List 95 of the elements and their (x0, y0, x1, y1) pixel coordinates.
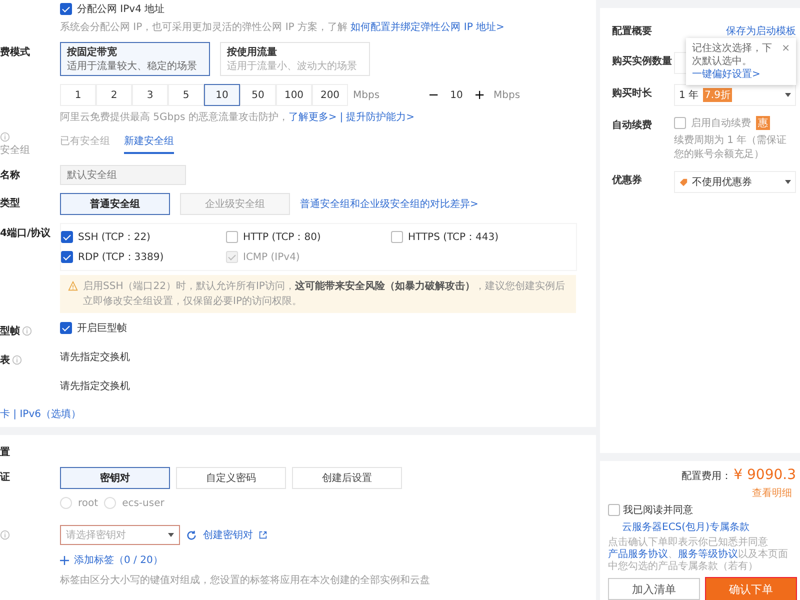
tooltip-text: 记住这次选择，下次默认选中。 一键偏好设置> (692, 42, 773, 81)
duration-select[interactable]: 1 年 7.9折 (674, 84, 796, 106)
warning-text: 启用SSH（端口22）时，默认允许所有IP访问，这可能带来安全风险（如暴力破解攻击），建议您创建实例后立即修改安全组设置，仅保留必要IP的访问权限。 (83, 279, 566, 309)
checkbox[interactable] (226, 231, 238, 243)
link[interactable]: 一键偏好设置> (692, 69, 760, 80)
add-tag-link[interactable]: 添加标签（0 / 20） (74, 553, 163, 567)
checkbox-label: SSH (TCP：22) (78, 231, 150, 244)
field-label: 类型 (0, 196, 20, 210)
field-label: 购买时长 (612, 86, 653, 101)
info-icon (22, 326, 32, 336)
separator: | (340, 112, 344, 123)
bandwidth-option[interactable]: 100 (276, 84, 312, 106)
auth-option[interactable]: 自定义密码 (176, 467, 286, 489)
field-label: 安全组 (0, 144, 30, 157)
checkbox[interactable] (608, 504, 620, 516)
type-option[interactable]: 普通安全组 (60, 193, 170, 215)
unit-label: Mbps (494, 90, 520, 100)
field-label: 名称 (0, 168, 20, 182)
link[interactable]: 普通安全组和企业级安全组的对比差异> (300, 197, 478, 211)
checkbox-label: HTTPS (TCP：443) (408, 231, 499, 244)
unit-label: Mbps (353, 90, 380, 100)
bandwidth-option[interactable]: 10 (204, 84, 240, 106)
field-label: 费模式 (0, 46, 30, 59)
bandwidth-option[interactable]: 3 (132, 84, 168, 106)
link[interactable]: 云服务器ECS(包月)专属条款 (622, 522, 750, 533)
checkbox[interactable] (674, 117, 686, 129)
offer-badge: 惠 (756, 116, 770, 130)
agree-text: 我已阅读并同意 (623, 504, 693, 517)
field-label: 购买实例数量 (612, 54, 673, 69)
checkbox-label: 启用自动续费 (691, 116, 751, 130)
bandwidth-option[interactable]: 2 (96, 84, 132, 106)
close-button[interactable]: × (782, 42, 790, 55)
checkbox-label: 分配公网 IPv4 地址 (77, 2, 165, 16)
link[interactable]: 产品服务协议 (608, 549, 668, 560)
radio-button[interactable] (60, 497, 72, 509)
add-to-list-button[interactable]: 加入清单 (608, 578, 700, 600)
bandwidth-option[interactable]: 5 (168, 84, 204, 106)
hint-text: 续费周期为 1 年（需保证您的账号余额充足） (674, 134, 788, 161)
billing-option[interactable]: 按使用流量 适用于流量小、波动大的场景 (220, 42, 370, 76)
number-field[interactable]: 10 (442, 90, 471, 100)
notice-text: 点击确认下单即表示你已知悉并同意 产品服务协议、服务等级协议以及本页面中您勾选的产品专属条款（若有） (608, 537, 789, 573)
panel-title: 配置概要 (612, 24, 653, 39)
field-label: 4端口/协议 (0, 226, 51, 240)
checkbox-label: HTTP (TCP：80) (243, 231, 321, 244)
bandwidth-option[interactable]: 1 (60, 84, 96, 106)
placeholder-text: 请先指定交换机 (60, 380, 131, 393)
tag-icon (679, 178, 688, 186)
link[interactable]: 如何配置并绑定弹性公网 IP 地址> (350, 22, 504, 33)
link[interactable]: 创建密钥对 (203, 528, 253, 542)
checkbox[interactable] (61, 231, 73, 243)
placeholder-text: 请先指定交换机 (60, 350, 131, 364)
field-label: 型帧 (0, 324, 20, 338)
billing-option[interactable]: 按固定带宽 适用于流量较大、稳定的场景 (60, 42, 210, 76)
checkbox-label: RDP (TCP：3389) (78, 251, 164, 264)
hint-text: 系统会分配公网 IP，也可采用更加灵活的弹性公网 IP 方案，了解 如何配置并绑定弹性公网 IP 地址> (60, 20, 506, 34)
bandwidth-option[interactable]: 50 (240, 84, 276, 106)
coupon-select[interactable]: 不使用优惠券 (674, 171, 796, 193)
checkbox[interactable] (391, 231, 403, 243)
info-icon (12, 355, 22, 365)
checkbox[interactable] (61, 251, 73, 263)
discount-badge: 7.9折 (702, 88, 732, 102)
checkbox-label: 开启巨型帧 (77, 322, 127, 335)
info-icon (0, 530, 10, 540)
link[interactable]: 提升防护能力> (346, 112, 415, 123)
link[interactable]: 服务等级协议 (678, 549, 738, 560)
link[interactable]: 卡 | IPv6（选填） (0, 409, 81, 420)
caret-icon (168, 533, 174, 537)
plus-icon[interactable] (60, 556, 69, 564)
field-label: 表 (0, 354, 10, 367)
price: ¥ 9090.3 (734, 467, 796, 483)
caret-icon (785, 93, 791, 97)
bandwidth-option[interactable]: 200 (312, 84, 348, 106)
link[interactable]: 了解更多> (288, 112, 337, 123)
external-link-icon (259, 531, 267, 539)
auth-option[interactable]: 密钥对 (60, 467, 170, 489)
radio-button[interactable] (104, 497, 116, 509)
section-title: 置 (0, 446, 11, 459)
field-label: 自动续费 (612, 118, 653, 133)
field-label: 证 (0, 470, 10, 484)
link[interactable]: 保存为启动模板 (726, 22, 796, 42)
checkbox-label: ICMP (IPv4) (243, 252, 300, 262)
refresh-icon[interactable] (186, 530, 197, 540)
fee-label: 配置费用： (682, 470, 732, 483)
radio-label: root (78, 498, 98, 508)
checkbox[interactable] (60, 322, 72, 334)
hint-text: 标签由区分大小写的键值对组成，您设置的标签将应用在本次创建的全部实例和云盘 (60, 574, 431, 587)
tab[interactable]: 新建安全组 (124, 132, 174, 154)
auth-option[interactable]: 创建后设置 (292, 467, 402, 489)
checkbox[interactable] (60, 3, 72, 15)
warning-icon (68, 281, 78, 291)
hint-text: 阿里云免费提供最高 5Gbps 的恶意流量攻击防护， (60, 112, 288, 123)
info-icon (0, 132, 10, 142)
field-label: 优惠券 (612, 174, 643, 188)
caret-icon (785, 180, 791, 184)
radio-label: ecs-user (122, 498, 164, 508)
